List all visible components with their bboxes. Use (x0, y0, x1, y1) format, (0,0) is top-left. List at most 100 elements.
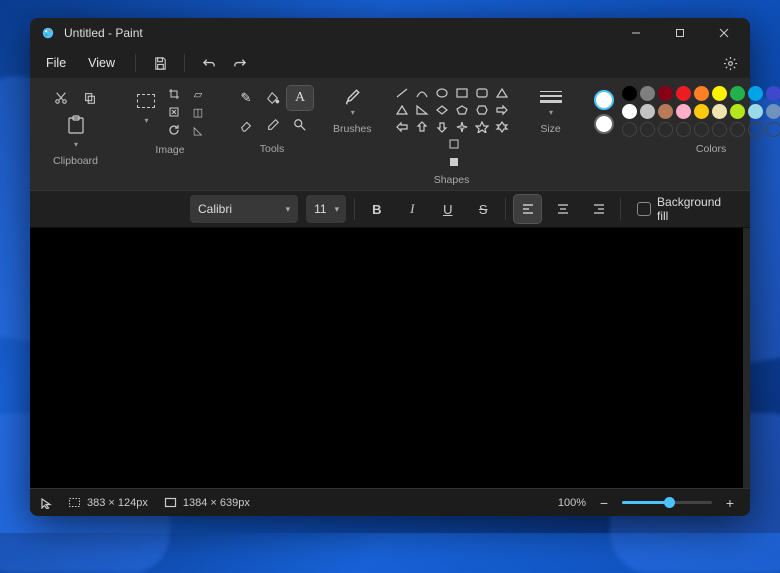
rotate-button[interactable] (163, 122, 185, 138)
cut-button[interactable] (48, 86, 74, 110)
resize-button[interactable] (163, 104, 185, 120)
size-button[interactable] (540, 86, 562, 108)
shape-arrow-u[interactable] (414, 120, 431, 134)
shape-polygon[interactable] (494, 86, 511, 100)
color-1[interactable] (594, 90, 614, 110)
color-swatch-empty[interactable] (748, 122, 763, 137)
shape-rect[interactable] (454, 86, 471, 100)
color-swatch[interactable] (748, 104, 763, 119)
chevron-down-icon[interactable]: ▾ (74, 140, 78, 149)
canvas[interactable] (30, 228, 742, 488)
color-swatch[interactable] (712, 86, 727, 101)
pencil-tool[interactable]: ✎ (233, 86, 259, 110)
shape-diamond[interactable] (434, 103, 451, 117)
color-swatch[interactable] (766, 104, 780, 119)
shape-star6[interactable] (494, 120, 511, 134)
minimize-button[interactable] (614, 18, 658, 48)
eraser-tool[interactable] (233, 113, 259, 137)
color-swatch-empty[interactable] (730, 122, 745, 137)
color-swatch[interactable] (748, 86, 763, 101)
underline-button[interactable]: U (434, 195, 461, 223)
group-clipboard: ▾ Clipboard (36, 84, 115, 188)
color-swatch[interactable] (694, 86, 709, 101)
brush-tool[interactable] (341, 86, 363, 108)
close-button[interactable] (702, 18, 746, 48)
zoom-in-button[interactable]: + (720, 493, 740, 513)
color-swatch-empty[interactable] (622, 122, 637, 137)
shape-curve[interactable] (414, 86, 431, 100)
menu-view[interactable]: View (78, 52, 125, 74)
paste-button[interactable] (61, 112, 91, 138)
shape-pentagon[interactable] (454, 103, 471, 117)
color-palette (622, 86, 780, 137)
font-size-combo[interactable]: 11 ▾ (306, 195, 346, 223)
color-swatch[interactable] (640, 104, 655, 119)
crop-button[interactable] (163, 86, 185, 102)
shape-arrow-r[interactable] (494, 103, 511, 117)
color-swatch[interactable] (658, 86, 673, 101)
shape-outline[interactable] (443, 136, 465, 152)
italic-button[interactable]: I (399, 195, 426, 223)
skew-button[interactable]: ◺ (187, 122, 209, 138)
chevron-down-icon[interactable]: ▾ (144, 116, 148, 125)
shape-roundrect[interactable] (474, 86, 491, 100)
shape-line[interactable] (394, 86, 411, 100)
select-tool[interactable] (131, 86, 161, 116)
font-family-combo[interactable]: Calibri ▾ (190, 195, 298, 223)
color-swatch-empty[interactable] (766, 122, 780, 137)
color-swatch[interactable] (622, 104, 637, 119)
zoom-slider[interactable] (622, 501, 712, 504)
shape-right-tri[interactable] (414, 103, 431, 117)
color-swatch-empty[interactable] (694, 122, 709, 137)
bold-button[interactable]: B (363, 195, 390, 223)
magnifier-tool[interactable] (287, 113, 313, 137)
text-tool[interactable]: A (287, 86, 313, 110)
flip-v-button[interactable]: ◫ (187, 104, 209, 120)
zoom-out-button[interactable]: − (594, 493, 614, 513)
shape-hexagon[interactable] (474, 103, 491, 117)
font-family-value: Calibri (198, 202, 232, 216)
background-fill-toggle[interactable]: Background fill (629, 195, 742, 223)
flip-h-button[interactable]: ▱ (187, 86, 209, 102)
menu-file[interactable]: File (36, 52, 76, 74)
color-2[interactable] (594, 114, 614, 134)
align-center-button[interactable] (549, 195, 576, 223)
color-swatch-empty[interactable] (658, 122, 673, 137)
chevron-down-icon[interactable]: ▾ (549, 108, 553, 117)
color-swatch[interactable] (676, 86, 691, 101)
shape-star5[interactable] (474, 120, 491, 134)
color-swatch-empty[interactable] (712, 122, 727, 137)
chevron-down-icon[interactable]: ▾ (351, 108, 355, 117)
shape-fill[interactable] (443, 154, 465, 170)
color-swatch[interactable] (730, 86, 745, 101)
color-swatch[interactable] (658, 104, 673, 119)
color-swatch[interactable] (640, 86, 655, 101)
copy-button[interactable] (77, 86, 103, 110)
shape-arrow-d[interactable] (434, 120, 451, 134)
color-swatch[interactable] (712, 104, 727, 119)
save-button[interactable] (146, 49, 174, 77)
undo-button[interactable] (195, 49, 223, 77)
shapes-gallery[interactable] (394, 86, 510, 134)
picker-tool[interactable] (260, 113, 286, 137)
shape-star4[interactable] (454, 120, 471, 134)
color-swatch[interactable] (676, 104, 691, 119)
shape-oval[interactable] (434, 86, 451, 100)
color-swatch[interactable] (730, 104, 745, 119)
shape-arrow-l[interactable] (394, 120, 411, 134)
color-swatch[interactable] (766, 86, 780, 101)
fill-tool[interactable] (260, 86, 286, 110)
color-swatch[interactable] (622, 86, 637, 101)
maximize-button[interactable] (658, 18, 702, 48)
color-swatch-empty[interactable] (676, 122, 691, 137)
color-swatch[interactable] (694, 104, 709, 119)
color-swatch-empty[interactable] (640, 122, 655, 137)
menubar: File View (30, 48, 750, 78)
redo-button[interactable] (225, 49, 253, 77)
align-left-button[interactable] (514, 195, 541, 223)
strikethrough-button[interactable]: S (469, 195, 496, 223)
settings-button[interactable] (716, 49, 744, 77)
paint-app-icon (40, 25, 56, 41)
shape-triangle[interactable] (394, 103, 411, 117)
align-right-button[interactable] (585, 195, 612, 223)
